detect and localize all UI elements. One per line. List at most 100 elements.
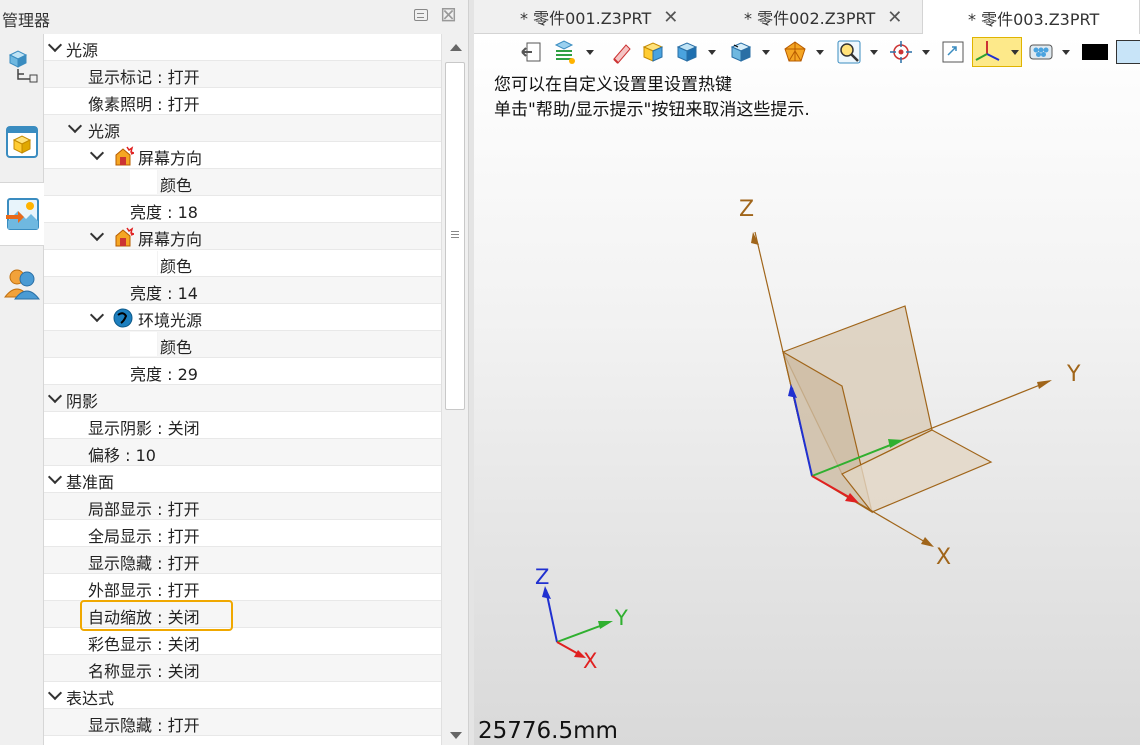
tab-part-002[interactable]: * 零件002.Z3PRT ✕ [744, 0, 902, 34]
model-z-label: Z [739, 197, 754, 222]
scroll-down-arrow-icon[interactable] [450, 732, 462, 739]
part-icon [6, 126, 38, 158]
tree-row-label: 基准面 [66, 473, 115, 492]
tree-row-label: 外部显示 : 打开 [88, 581, 200, 600]
tab-part-003[interactable]: * 零件003.Z3PRT [922, 0, 1140, 35]
chevron-down-icon[interactable] [89, 226, 105, 242]
tree-row-label: 屏幕方向 [138, 149, 203, 168]
tree-row-label: 全局显示 : 打开 [88, 527, 200, 546]
tree-row[interactable]: 显示隐藏 : 打开 [44, 547, 441, 574]
panel-title: 管理器 [2, 11, 51, 30]
tree-row-label: 光源 [66, 41, 99, 60]
tree-row[interactable]: 屏幕方向 [44, 142, 441, 169]
tree-row[interactable]: 光源 [44, 115, 441, 142]
model-x-axis-arrow-icon [921, 537, 934, 547]
display-settings-icon [5, 198, 39, 230]
close-tab-icon[interactable]: ✕ [887, 7, 902, 28]
chevron-down-icon[interactable] [67, 118, 83, 134]
tree-row-label: 偏移 : 10 [88, 446, 156, 465]
scrollbar-thumb[interactable] [445, 62, 465, 410]
tree-row-label: 环境光源 [138, 311, 203, 330]
tree-row[interactable]: 彩色显示 : 关闭 [44, 628, 441, 655]
tree-row-label: 名称显示 : 关闭 [88, 662, 200, 681]
tree-row[interactable]: 颜色 [44, 250, 441, 277]
scroll-up-arrow-icon[interactable] [450, 44, 462, 51]
grip-icon [451, 231, 459, 238]
tree-row[interactable]: 环境光源 [44, 304, 441, 331]
tree-row-label: 颜色 [160, 257, 193, 276]
tree-row-label: 亮度 : 29 [130, 365, 198, 384]
tree-row[interactable]: 屏幕方向 [44, 223, 441, 250]
model-scene: Z Y X Z Y X [535, 197, 1081, 673]
tree-scrollbar[interactable] [441, 34, 468, 745]
chevron-down-icon[interactable] [89, 307, 105, 323]
model-y-label: Y [1066, 362, 1081, 387]
tree-row-label: 屏幕方向 [138, 230, 203, 249]
tree-row[interactable]: 基准面 [44, 466, 441, 493]
tree-row[interactable]: 显示阴影 : 关闭 [44, 412, 441, 439]
color-swatch[interactable] [130, 251, 158, 275]
highlight-box [80, 600, 233, 631]
manager-side-tabs [0, 34, 45, 745]
tab-label: * 零件001.Z3PRT [520, 9, 652, 28]
color-swatch[interactable] [130, 332, 158, 356]
history-manager-tab[interactable] [0, 34, 44, 98]
chevron-down-icon[interactable] [47, 469, 63, 485]
3d-viewport[interactable]: 您可以在自定义设置里设置热键 单击"帮助/显示提示"按钮来取消这些提示. Z Y… [474, 34, 1140, 745]
manager-panel-header: 管理器 ⊠ [0, 0, 472, 34]
tree-row[interactable]: 外部显示 : 打开 [44, 574, 441, 601]
spotlight-icon [115, 227, 134, 247]
spotlight-icon [115, 146, 134, 166]
user-manager-tab[interactable] [0, 252, 44, 316]
tree-row[interactable]: 显示隐藏 : 打开 [44, 709, 441, 736]
tree-row[interactable]: 亮度 : 14 [44, 277, 441, 304]
tree-row[interactable]: 显示标记 : 打开 [44, 61, 441, 88]
tree-row-label: 显示隐藏 : 打开 [88, 554, 200, 573]
document-tab-bar: * 零件001.Z3PRT ✕ * 零件002.Z3PRT ✕ * 零件003.… [474, 0, 1140, 35]
tab-label: * 零件003.Z3PRT [968, 9, 1100, 29]
assembly-tree-icon [8, 50, 38, 83]
close-tab-icon[interactable]: ✕ [663, 7, 678, 28]
tree-row-label: 表达式 [66, 689, 115, 708]
chevron-down-icon[interactable] [47, 388, 63, 404]
view-triad-z-label: Z [535, 565, 549, 589]
tree-row[interactable]: 像素照明 : 打开 [44, 88, 441, 115]
display-tree: 光源 显示标记 : 打开 像素照明 : 打开 光源 屏幕方向 颜色 亮度 : 18 屏幕方向颜… [44, 34, 441, 745]
tree-row[interactable]: 名称显示 : 关闭 [44, 655, 441, 682]
tree-row[interactable]: 亮度 : 29 [44, 358, 441, 385]
view-triad-y-label: Y [614, 606, 628, 630]
tree-row[interactable]: 阴影 [44, 385, 441, 412]
tab-part-001[interactable]: * 零件001.Z3PRT ✕ [520, 0, 678, 34]
minimize-panel-icon[interactable] [414, 9, 428, 21]
view-triad-x-label: X [583, 649, 597, 673]
model-x-label: X [936, 545, 951, 570]
users-icon [3, 269, 41, 300]
tree-row[interactable]: 亮度 : 18 [44, 196, 441, 223]
tree-row[interactable]: 全局显示 : 打开 [44, 520, 441, 547]
tree-row-label: 显示隐藏 : 打开 [88, 716, 200, 735]
tree-row-label: 阴影 [66, 392, 99, 411]
tab-label: * 零件002.Z3PRT [744, 9, 876, 28]
close-panel-icon[interactable]: ⊠ [440, 4, 457, 24]
display-manager-tab[interactable] [0, 182, 45, 246]
tree-row[interactable]: 颜色 [44, 169, 441, 196]
part-manager-tab[interactable] [0, 110, 44, 174]
tree-row-label: 彩色显示 : 关闭 [88, 635, 200, 654]
tree-row[interactable]: 颜色 [44, 331, 441, 358]
scale-readout: 25776.5mm [478, 718, 618, 744]
tree-row[interactable]: 局部显示 : 打开 [44, 493, 441, 520]
chevron-down-icon[interactable] [89, 145, 105, 161]
tree-row-label: 颜色 [160, 176, 193, 195]
tree-row[interactable]: 光源 [44, 34, 441, 61]
view-triad-y-arrow-icon [598, 621, 613, 629]
chevron-down-icon[interactable] [47, 685, 63, 701]
color-swatch[interactable] [130, 170, 158, 194]
tree-row-label: 光源 [88, 122, 121, 141]
tree-row[interactable]: 偏移 : 10 [44, 439, 441, 466]
tree-row-label: 显示阴影 : 关闭 [88, 419, 200, 438]
tree-row-label: 颜色 [160, 338, 193, 357]
tree-row-label: 局部显示 : 打开 [88, 500, 200, 519]
tree-row[interactable]: 表达式 [44, 682, 441, 709]
tree-row-label: 亮度 : 18 [130, 203, 198, 222]
chevron-down-icon[interactable] [47, 37, 63, 53]
